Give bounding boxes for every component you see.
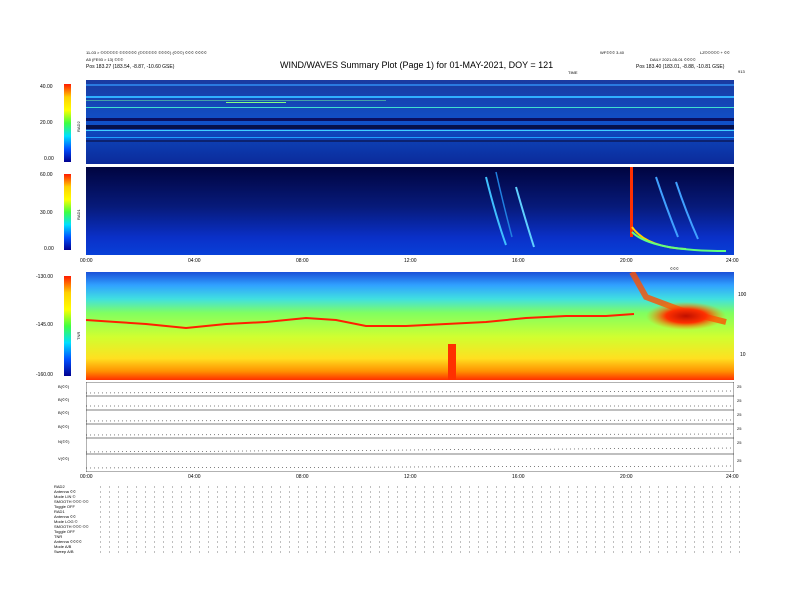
rad1-spectrogram xyxy=(86,167,734,255)
row-label: N(©©) xyxy=(58,439,70,444)
rad2-tick-bot: 0.00 xyxy=(44,156,54,162)
header-center-sub: TIME xyxy=(568,70,578,75)
row-right: 25 xyxy=(737,398,742,403)
header-right-corner: 913 xyxy=(738,69,745,74)
time-tick: 12:00 xyxy=(404,474,417,480)
header-right-line2: DAILY 2021-05-01 ©©©© xyxy=(650,57,696,62)
time-tick: 08:00 xyxy=(296,474,309,480)
header-right-pos: Pos 183.40 (183.01, -8.88, -10.81 GSE) xyxy=(636,64,725,70)
row-right: 25 xyxy=(737,384,742,389)
row-right: 25 xyxy=(737,458,742,463)
row-label: B(©©) xyxy=(58,397,70,402)
rad2-tick-mid: 20.00 xyxy=(40,120,53,126)
rad1-tick-bot: 0.00 xyxy=(44,246,54,252)
time-axis-upper: 00:00 04:00 08:00 12:00 16:00 20:00 24:0… xyxy=(80,258,739,266)
header-center-top: WF©©© 3.40 xyxy=(600,50,624,55)
rad2-spectrogram xyxy=(86,80,734,164)
tnr-right-tick-100: 100 xyxy=(738,292,747,298)
row-right: 25 xyxy=(737,412,742,417)
time-tick: 16:00 xyxy=(512,258,525,264)
time-tick: 00:00 xyxy=(80,474,93,480)
header-right-top: LZ©©©©© + ©© xyxy=(700,50,730,55)
row-label: B(©©) xyxy=(58,424,70,429)
header-left-line1: 11-03 > ©©©©©© ©©©©©© (©©©©©© ©©©©) (©©©… xyxy=(86,50,207,55)
tnr-tick-bot: -160.00 xyxy=(36,372,53,378)
header-left-pos: Pos 183.27 (183.54, -8.87, -10.60 GSE) xyxy=(86,64,175,70)
time-tick: 04:00 xyxy=(188,474,201,480)
tnr-right-tick-10: 10 xyxy=(740,352,746,358)
tnr-colorbar xyxy=(64,276,71,376)
time-tick: 20:00 xyxy=(620,474,633,480)
time-tick: 00:00 xyxy=(80,258,93,264)
time-tick: 04:00 xyxy=(188,258,201,264)
time-tick: 12:00 xyxy=(404,258,417,264)
time-tick: 16:00 xyxy=(512,474,525,480)
tnr-tick-top: -130.00 xyxy=(36,274,53,280)
rad2-colorbar xyxy=(64,84,71,162)
rad2-label: RAD2 xyxy=(76,121,81,132)
page-title: WIND/WAVES Summary Plot (Page 1) for 01-… xyxy=(280,60,554,70)
rad1-tick-top: 60.00 xyxy=(40,172,53,178)
tnr-corner-label: ©©© xyxy=(670,266,679,271)
time-axis-lower: 00:00 04:00 08:00 12:00 16:00 20:00 24:0… xyxy=(80,474,739,482)
row-label: V(©©) xyxy=(58,456,70,461)
status-dots xyxy=(100,486,740,553)
rad1-tick-mid: 30.00 xyxy=(40,210,53,216)
time-tick: 24:00 xyxy=(726,474,739,480)
row-right: 25 xyxy=(737,426,742,431)
tnr-spectrogram xyxy=(86,272,734,380)
tnr-label: TNR xyxy=(76,331,81,340)
rad1-label: RAD1 xyxy=(76,209,81,220)
row-right: 25 xyxy=(737,440,742,445)
rad2-tick-top: 40.00 xyxy=(40,84,53,90)
time-tick: 20:00 xyxy=(620,258,633,264)
row-label: B(©©) xyxy=(58,384,70,389)
tnr-tick-mid: -145.00 xyxy=(36,322,53,328)
row-label: B(©©) xyxy=(58,410,70,415)
timeline-plot xyxy=(86,382,734,472)
rad1-colorbar xyxy=(64,174,71,250)
time-tick: 24:00 xyxy=(726,258,739,264)
time-tick: 08:00 xyxy=(296,258,309,264)
timeline-rows: B(©©) B(©©) B(©©) B(©©) N(©©) V(©©) 25 2… xyxy=(0,382,792,472)
header-left-line2: A5 (FE93 > 13) ©©© xyxy=(86,57,124,62)
